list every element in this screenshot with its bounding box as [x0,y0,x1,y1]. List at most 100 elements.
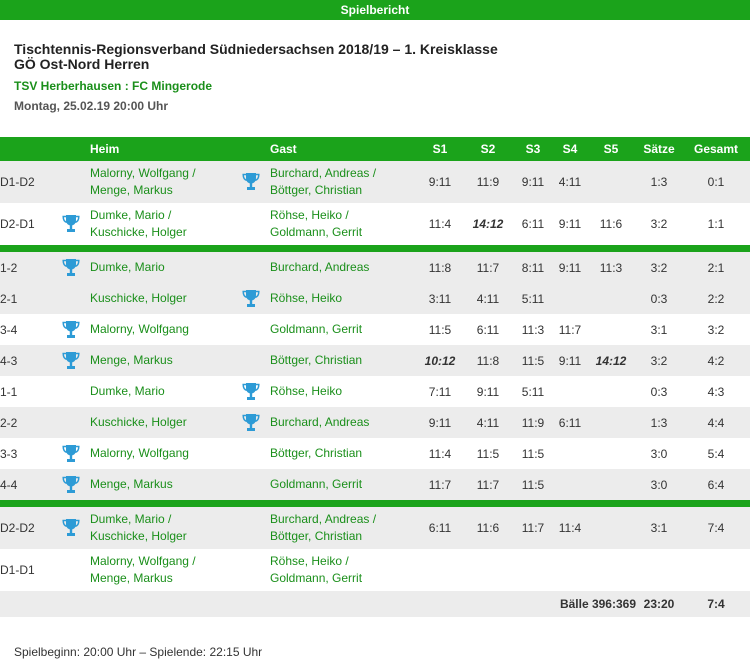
gast-player-name[interactable]: Böttger, Christian [270,528,416,545]
set-1-score: 7:11 [416,376,464,407]
heim-player-name[interactable]: Menge, Markus [90,352,232,369]
gast-player-name[interactable]: Böttger, Christian [270,445,416,462]
gast-player[interactable]: Böttger, Christian [270,345,416,376]
total-score: 5:4 [682,438,750,469]
gast-player-name[interactable]: Burchard, Andreas [270,259,416,276]
gast-player-name[interactable]: Goldmann, Gerrit [270,570,416,587]
heim-player-name[interactable]: Malorny, Wolfgang / [90,165,232,182]
trophy-icon [62,444,80,464]
heim-player[interactable]: Malorny, Wolfgang / Menge, Markus [90,549,232,591]
gast-player-name[interactable]: Goldmann, Gerrit [270,321,416,338]
match-rows: D1-D2 Malorny, Wolfgang / Menge, Markus Bur… [0,161,750,617]
set-4-score: 11:7 [554,314,586,345]
heim-player-name[interactable]: Kuschicke, Holger [90,414,232,431]
gast-player-name[interactable]: Böttger, Christian [270,352,416,369]
set-4-score: 9:11 [554,345,586,376]
heim-player-name[interactable]: Malorny, Wolfgang [90,321,232,338]
set-3-score: 5:11 [512,283,554,314]
set-3-score: 11:7 [512,507,554,549]
heim-player-name[interactable]: Kuschicke, Holger [90,528,232,545]
section-divider [0,500,750,507]
trophy-icon [242,172,260,192]
pairing-code: 4-3 [0,345,52,376]
set-3-score: 8:11 [512,252,554,283]
gast-player[interactable]: Röhse, Heiko / Goldmann, Gerrit [270,203,416,245]
heim-player[interactable]: Dumke, Mario / Kuschicke, Holger [90,203,232,245]
heim-player-name[interactable]: Malorny, Wolfgang [90,445,232,462]
gast-player[interactable]: Röhse, Heiko [270,283,416,314]
gast-player[interactable]: Burchard, Andreas / Böttger, Christian [270,161,416,203]
heim-player-name[interactable]: Menge, Markus [90,570,232,587]
sets-total: 23:20 [636,591,682,617]
heim-player-name[interactable]: Dumke, Mario [90,383,232,400]
heim-player-name[interactable]: Kuschicke, Holger [90,224,232,241]
heim-player-name[interactable]: Dumke, Mario / [90,207,232,224]
set-5-score [586,376,636,407]
gast-player-name[interactable]: Burchard, Andreas / [270,511,416,528]
total-score [682,549,750,591]
gast-player[interactable]: Burchard, Andreas [270,252,416,283]
sets-score: 3:0 [636,469,682,500]
heim-player-name[interactable]: Menge, Markus [90,476,232,493]
gast-winner-cell [232,314,270,345]
heim-player[interactable]: Menge, Markus [90,345,232,376]
set-1-score: 11:5 [416,314,464,345]
trophy-icon [62,475,80,495]
heim-player[interactable]: Dumke, Mario [90,376,232,407]
heim-player[interactable]: Dumke, Mario [90,252,232,283]
sets-score: 3:0 [636,438,682,469]
set-2-score: 4:11 [464,283,512,314]
table-row: D1-D1 Malorny, Wolfgang / Menge, Markus Röh… [0,549,750,591]
set-5-score [586,283,636,314]
set-2-score: 11:9 [464,161,512,203]
col-saetze: Sätze [636,137,682,161]
heim-player-name[interactable]: Menge, Markus [90,182,232,199]
gast-player-name[interactable]: Goldmann, Gerrit [270,224,416,241]
gast-player[interactable]: Burchard, Andreas [270,407,416,438]
set-3-score: 11:3 [512,314,554,345]
heim-winner-cell [52,507,90,549]
gast-player-name[interactable]: Röhse, Heiko [270,383,416,400]
gast-player-name[interactable]: Goldmann, Gerrit [270,476,416,493]
heim-player[interactable]: Malorny, Wolfgang / Menge, Markus [90,161,232,203]
heim-player[interactable]: Malorny, Wolfgang [90,438,232,469]
balls-total: Bälle 396:369 [416,591,636,617]
gast-winner-cell [232,283,270,314]
set-5-score: 11:3 [586,252,636,283]
trophy-icon [242,382,260,402]
gast-player-name[interactable]: Röhse, Heiko / [270,553,416,570]
gast-player[interactable]: Böttger, Christian [270,438,416,469]
gast-player-name[interactable]: Röhse, Heiko / [270,207,416,224]
heim-player-name[interactable]: Malorny, Wolfgang / [90,553,232,570]
heim-player[interactable]: Menge, Markus [90,469,232,500]
gast-player-name[interactable]: Böttger, Christian [270,182,416,199]
gast-player[interactable]: Goldmann, Gerrit [270,314,416,345]
gast-player[interactable]: Röhse, Heiko / Goldmann, Gerrit [270,549,416,591]
total-score: 2:1 [682,252,750,283]
match-teams[interactable]: TSV Herberhausen : FC Mingerode [14,79,212,93]
gast-player[interactable]: Goldmann, Gerrit [270,469,416,500]
gast-player[interactable]: Röhse, Heiko [270,376,416,407]
gast-player-name[interactable]: Burchard, Andreas [270,414,416,431]
trophy-icon [242,413,260,433]
heim-player[interactable]: Kuschicke, Holger [90,283,232,314]
heim-player-name[interactable]: Dumke, Mario [90,259,232,276]
heim-player[interactable]: Kuschicke, Holger [90,407,232,438]
gast-player-name[interactable]: Röhse, Heiko [270,290,416,307]
sets-score: 3:2 [636,345,682,376]
set-4-score: 9:11 [554,203,586,245]
heim-player-name[interactable]: Dumke, Mario / [90,511,232,528]
set-4-score [554,469,586,500]
table-row: 3-3 Malorny, Wolfgang Böttger, Christian 11… [0,438,750,469]
pairing-code: D2-D1 [0,203,52,245]
trophy-icon [242,289,260,309]
gast-player[interactable]: Burchard, Andreas / Böttger, Christian [270,507,416,549]
gast-player-name[interactable]: Burchard, Andreas / [270,165,416,182]
set-5-score [586,161,636,203]
set-2-score: 4:11 [464,407,512,438]
gast-winner-cell [232,376,270,407]
heim-player[interactable]: Malorny, Wolfgang [90,314,232,345]
heim-player[interactable]: Dumke, Mario / Kuschicke, Holger [90,507,232,549]
trophy-icon [62,518,80,538]
heim-player-name[interactable]: Kuschicke, Holger [90,290,232,307]
